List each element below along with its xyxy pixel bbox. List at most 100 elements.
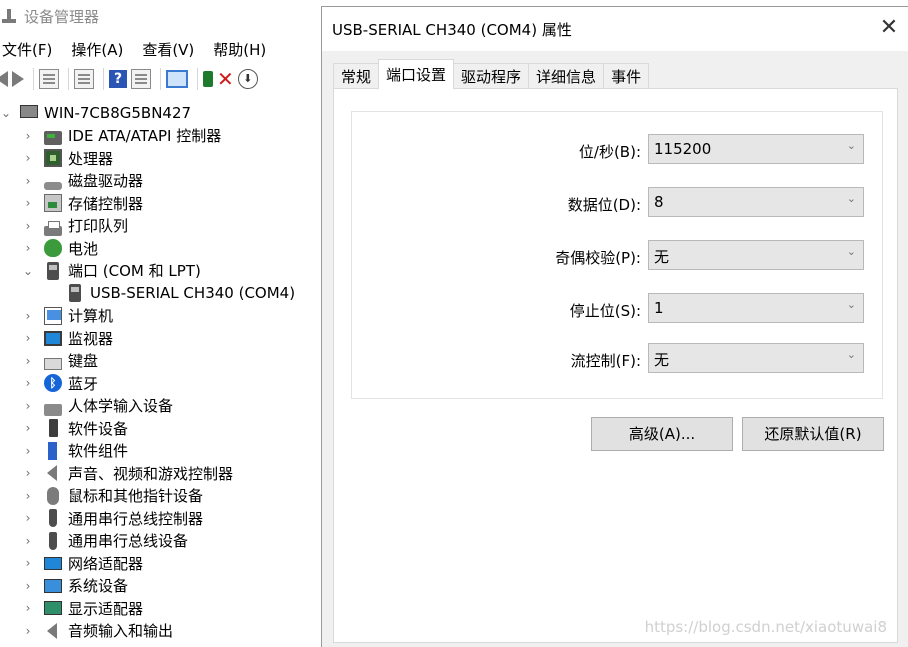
properties-view-button[interactable]: [39, 67, 59, 91]
chevron-right-icon[interactable]: ›: [22, 579, 34, 593]
chevron-down-icon[interactable]: ⌄: [0, 106, 12, 120]
toolbar-divider: [33, 68, 34, 90]
disable-button[interactable]: ⬇: [237, 67, 258, 91]
restore-defaults-button[interactable]: 还原默认值(R): [742, 417, 884, 451]
chevron-right-icon[interactable]: ›: [22, 331, 34, 345]
tree-category-item[interactable]: › 处理器: [22, 147, 113, 169]
chevron-right-icon[interactable]: ›: [22, 556, 34, 570]
chevron-right-icon[interactable]: ›: [22, 151, 34, 165]
stop-bits-row: 停止位(S): 1 ⌄: [352, 293, 884, 325]
tree-item-label: 打印队列: [68, 217, 129, 235]
tree-category-item[interactable]: › 音频输入和输出: [22, 620, 173, 642]
tree-category-item[interactable]: › 电池: [22, 237, 98, 259]
tree-category-item[interactable]: › 通用串行总线控制器: [22, 507, 203, 529]
baud-rate-row: 位/秒(B): 115200 ⌄: [352, 134, 884, 166]
menu-help[interactable]: 帮助(H): [213, 39, 266, 60]
tree-item-label: 存储控制器: [68, 194, 144, 213]
tree-category-item[interactable]: › 软件组件: [22, 440, 128, 462]
tab-events[interactable]: 事件: [603, 63, 650, 89]
chevron-right-icon[interactable]: ›: [22, 196, 34, 210]
tree-category-item[interactable]: › 人体学输入设备: [22, 395, 173, 417]
update-driver-button[interactable]: [203, 67, 213, 91]
baud-rate-value: 115200: [654, 140, 712, 158]
menu-file[interactable]: 文件(F): [2, 39, 52, 60]
keyboard-icon: [44, 357, 62, 370]
chevron-right-icon[interactable]: ›: [22, 466, 34, 480]
tree-category-item[interactable]: › 磁盘驱动器: [22, 170, 143, 192]
close-icon: ✕: [879, 15, 899, 40]
stop-bits-select[interactable]: 1 ⌄: [648, 293, 864, 323]
scan-hardware-button[interactable]: [166, 67, 188, 91]
tree-category-item[interactable]: › 声音、视频和游戏控制器: [22, 462, 233, 484]
toolbar-divider: [68, 68, 69, 90]
tree-category-item[interactable]: › 计算机: [22, 305, 113, 327]
baud-rate-select[interactable]: 115200 ⌄: [648, 134, 864, 164]
tree-item-label: 处理器: [68, 149, 114, 168]
sound-icon: [47, 465, 57, 481]
chevron-right-icon[interactable]: ›: [22, 241, 34, 255]
close-button[interactable]: ✕: [876, 15, 902, 41]
chevron-right-icon[interactable]: ›: [22, 444, 34, 458]
tab-port-settings[interactable]: 端口设置: [378, 59, 455, 89]
chevron-right-icon[interactable]: ›: [22, 219, 34, 233]
tree-category-item[interactable]: › 软件设备: [22, 417, 128, 439]
tree-category-item[interactable]: › ᛒ 蓝牙: [22, 372, 98, 394]
chevron-down-icon: ⌄: [846, 348, 856, 361]
menu-view[interactable]: 查看(V): [142, 39, 194, 60]
data-bits-select[interactable]: 8 ⌄: [648, 187, 864, 217]
tree-category-item[interactable]: › IDE ATA/ATAPI 控制器: [22, 125, 222, 147]
tree-category-item[interactable]: › 打印队列: [22, 215, 128, 237]
back-button[interactable]: [0, 67, 8, 91]
chevron-right-icon[interactable]: ›: [22, 489, 34, 503]
tree-category-item[interactable]: › 显示适配器: [22, 597, 143, 619]
tree-category-item[interactable]: ⌄ 端口 (COM 和 LPT): [22, 260, 201, 282]
computer-name: WIN-7CB8G5BN427: [44, 104, 192, 122]
uninstall-icon: ✕: [217, 67, 234, 91]
tree-category-item[interactable]: › 鼠标和其他指针设备: [22, 485, 203, 507]
chevron-right-icon[interactable]: ›: [22, 376, 34, 390]
chevron-right-icon[interactable]: ›: [22, 309, 34, 323]
back-icon: [0, 71, 8, 87]
uninstall-button[interactable]: ✕: [217, 67, 234, 91]
chevron-right-icon[interactable]: ›: [22, 511, 34, 525]
tree-category-item[interactable]: › 存储控制器: [22, 192, 143, 214]
tab-general[interactable]: 常规: [333, 63, 380, 89]
flow-control-row: 流控制(F): 无 ⌄: [352, 343, 884, 375]
mouse-icon: [47, 486, 59, 505]
disk-drive-icon: [44, 181, 62, 190]
advanced-button[interactable]: 高级(A)...: [591, 417, 733, 451]
help-button[interactable]: ?: [109, 67, 127, 91]
chevron-right-icon[interactable]: ›: [22, 129, 34, 143]
port-settings-page: 位/秒(B): 115200 ⌄ 数据位(D): 8 ⌄ 奇偶校验(P): 无 …: [333, 88, 898, 643]
tree-category-item[interactable]: › 系统设备: [22, 575, 128, 597]
processor-icon: [44, 149, 62, 167]
tree-category-item[interactable]: › 监视器: [22, 327, 113, 349]
chevron-down-icon[interactable]: ⌄: [22, 264, 34, 278]
tree-category-item[interactable]: › 通用串行总线设备: [22, 530, 188, 552]
list-button[interactable]: [74, 67, 94, 91]
chevron-right-icon[interactable]: ›: [22, 399, 34, 413]
tree-root[interactable]: ⌄ WIN-7CB8G5BN427: [0, 102, 191, 124]
forward-button[interactable]: [12, 67, 24, 91]
tab-driver[interactable]: 驱动程序: [453, 63, 530, 89]
chevron-right-icon[interactable]: ›: [22, 534, 34, 548]
tab-details[interactable]: 详细信息: [528, 63, 605, 89]
flow-control-select[interactable]: 无 ⌄: [648, 343, 864, 373]
chevron-right-icon[interactable]: ›: [22, 421, 34, 435]
properties-view-icon: [39, 69, 59, 89]
details-button[interactable]: [131, 67, 151, 91]
parity-row: 奇偶校验(P): 无 ⌄: [352, 240, 884, 272]
tree-device-item[interactable]: USB-SERIAL CH340 (COM4): [66, 282, 295, 304]
chevron-right-icon[interactable]: ›: [22, 174, 34, 188]
window-title: 设备管理器: [24, 7, 100, 26]
parity-select[interactable]: 无 ⌄: [648, 240, 864, 270]
tree-category-item[interactable]: › 网络适配器: [22, 552, 143, 574]
menu-action[interactable]: 操作(A): [71, 39, 123, 60]
chevron-right-icon[interactable]: ›: [22, 354, 34, 368]
chevron-right-icon[interactable]: ›: [22, 601, 34, 615]
software-component-icon: [48, 441, 57, 460]
storage-controller-icon: [44, 194, 62, 212]
chevron-right-icon[interactable]: ›: [22, 624, 34, 638]
tree-category-item[interactable]: › 键盘: [22, 350, 98, 372]
tree-item-label: 计算机: [68, 307, 114, 325]
